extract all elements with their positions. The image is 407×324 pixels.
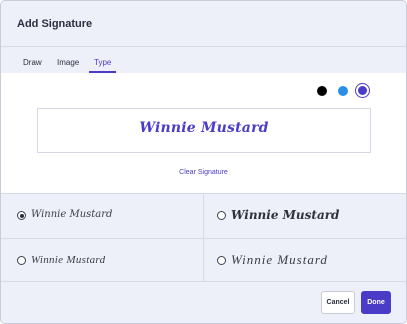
font-option-2-radio[interactable] <box>217 211 226 220</box>
done-button[interactable]: Done <box>361 291 391 314</box>
font-option-2-text: Winnie Mustard <box>231 208 340 222</box>
tab-type[interactable]: Type <box>94 58 111 67</box>
font-option-4-text: Winnie Mustard <box>231 252 328 267</box>
font-options: Winnie Mustard Winnie Mustard Winnie Mus… <box>1 193 406 282</box>
tab-draw[interactable]: Draw <box>23 58 42 67</box>
color-swatch-purple[interactable] <box>355 83 370 98</box>
font-option-1[interactable]: Winnie Mustard <box>1 194 203 238</box>
clear-signature-link[interactable]: Clear Signature <box>1 169 406 176</box>
signature-preview: Winnie Mustard <box>37 108 371 153</box>
tab-image[interactable]: Image <box>57 58 79 67</box>
tab-bar: Draw Image Type <box>1 48 406 73</box>
signature-preview-text: Winnie Mustard <box>139 120 269 136</box>
font-option-1-text: Winnie Mustard <box>31 209 113 220</box>
font-option-3-text: Winnie Mustard <box>31 254 106 266</box>
cancel-button[interactable]: Cancel <box>321 291 355 314</box>
font-option-3[interactable]: Winnie Mustard <box>1 239 203 283</box>
dialog-header: Add Signature <box>1 1 406 47</box>
font-option-1-radio[interactable] <box>17 211 26 220</box>
color-swatch-black[interactable] <box>317 86 327 96</box>
font-option-4[interactable]: Winnie Mustard <box>204 239 406 283</box>
color-swatch-purple-dot <box>357 85 367 95</box>
font-option-2[interactable]: Winnie Mustard <box>204 194 406 238</box>
type-panel: Winnie Mustard Clear Signature <box>1 73 406 193</box>
font-option-3-radio[interactable] <box>17 256 26 265</box>
dialog-footer: Cancel Done <box>1 283 406 323</box>
color-swatch-blue[interactable] <box>338 86 348 96</box>
add-signature-dialog: Add Signature Draw Image Type Winnie Mus… <box>0 0 407 324</box>
font-option-4-radio[interactable] <box>217 256 226 265</box>
dialog-title: Add Signature <box>17 18 93 30</box>
